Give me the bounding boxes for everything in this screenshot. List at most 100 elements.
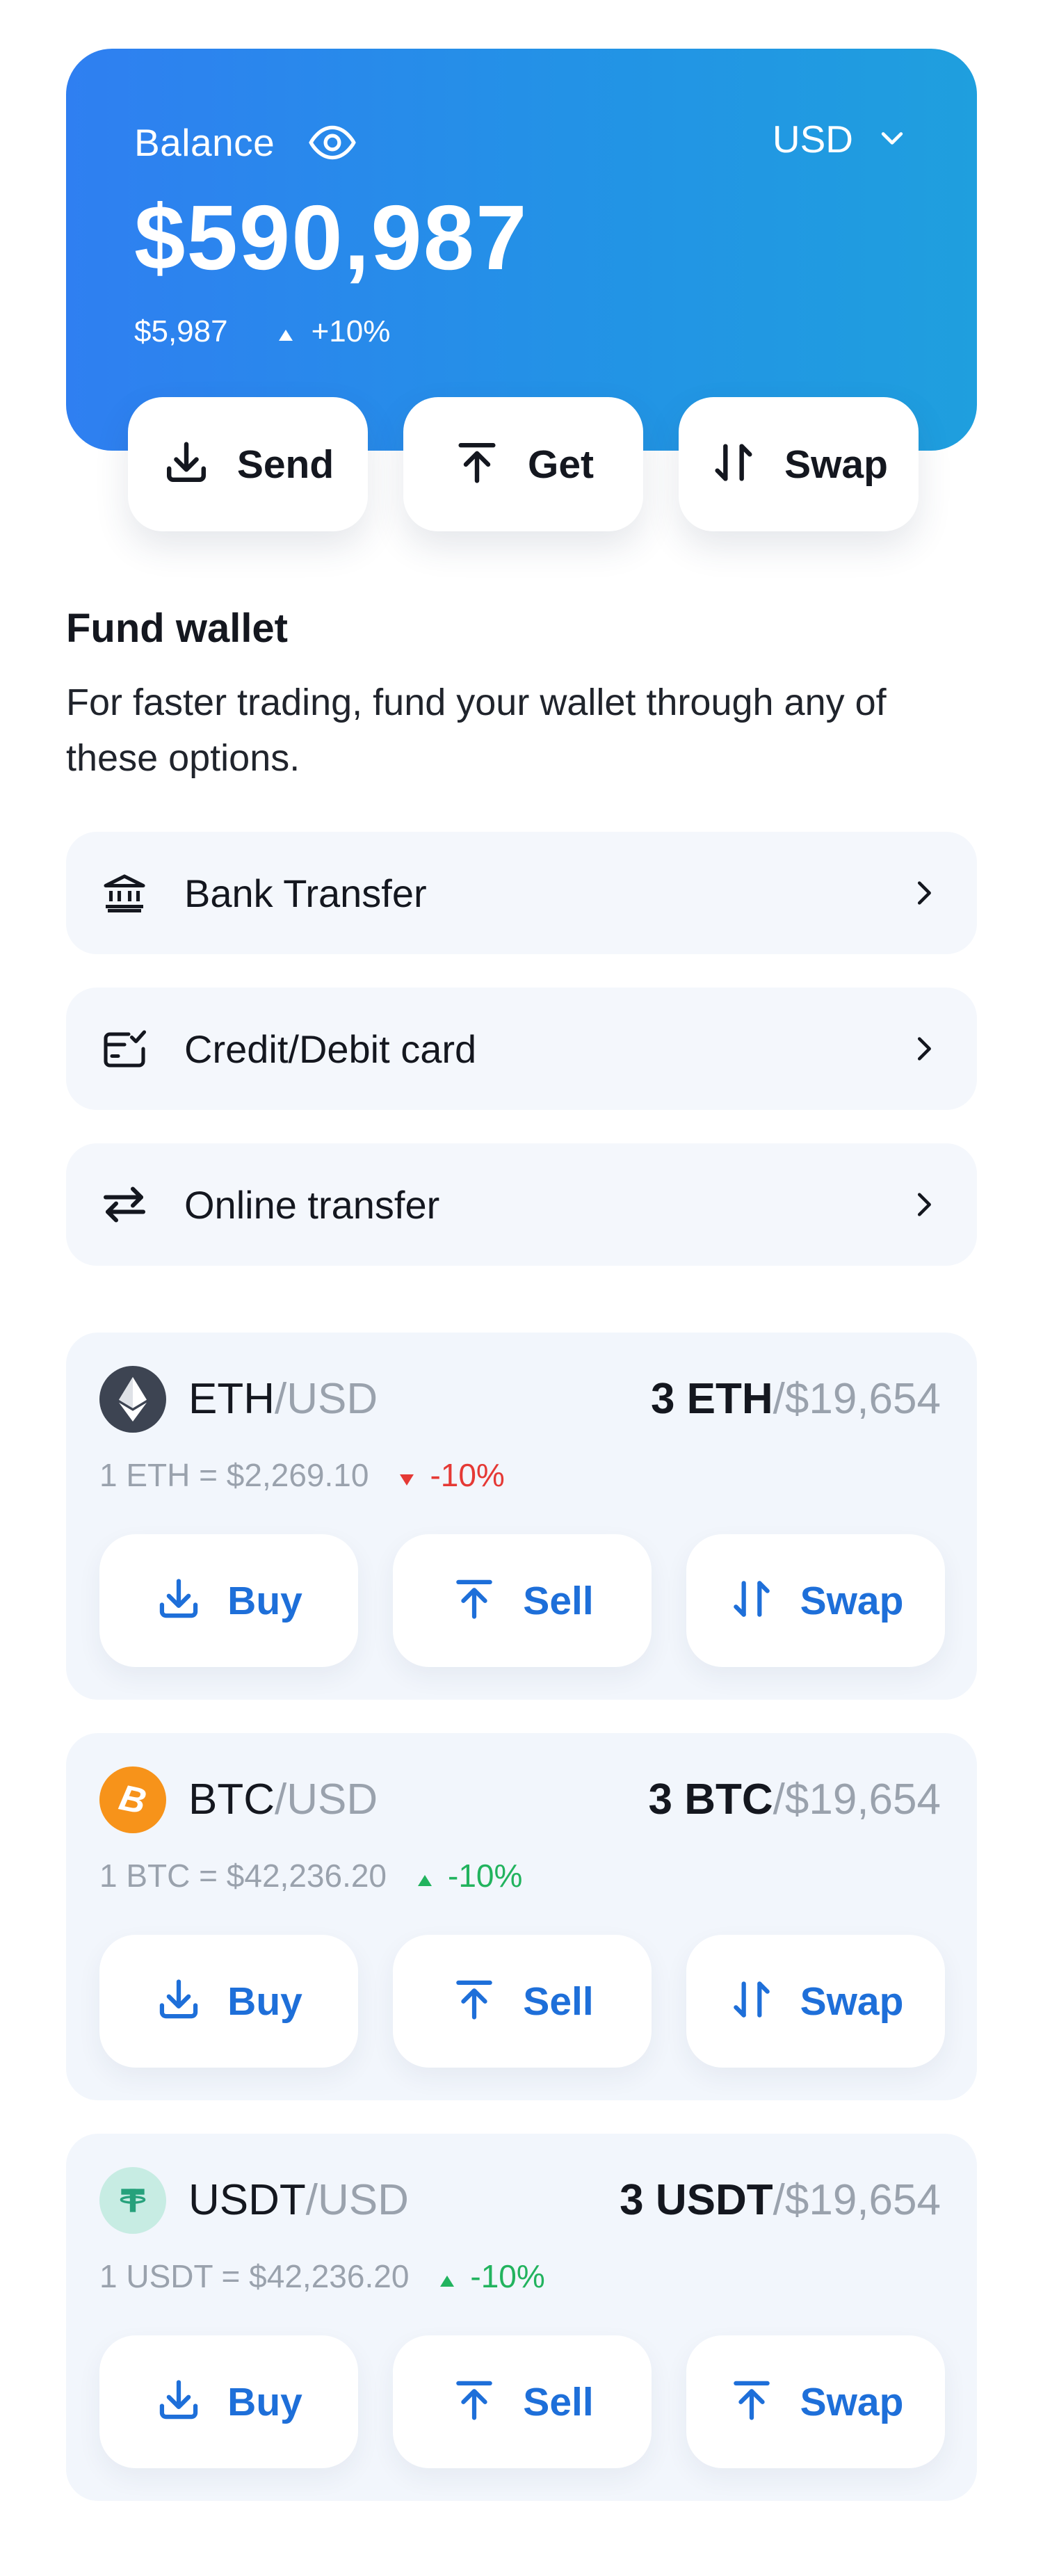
get-button[interactable]: Get (403, 397, 643, 531)
upload-icon (453, 438, 501, 490)
asset-change: -10% (448, 1858, 523, 1894)
asset-rate-line: 1 ETH = $2,269.10 -10% (99, 1456, 505, 1494)
triangle-up-icon (417, 1857, 432, 1894)
download-icon (162, 438, 211, 490)
balance-actions: Send Get Swap (128, 397, 919, 531)
swap-button[interactable]: Swap (686, 2335, 945, 2468)
asset-pair: USDT/USD (188, 2175, 409, 2225)
swap-button[interactable]: Swap (686, 1935, 945, 2068)
option-credit-debit-card[interactable]: Credit/Debit card (66, 988, 977, 1110)
sell-button[interactable]: Sell (393, 1534, 652, 1667)
swap-button[interactable]: Swap (686, 1534, 945, 1667)
sell-label: Sell (523, 2379, 594, 2424)
asset-rate: 1 BTC = $42,236.20 (99, 1858, 387, 1894)
swap-label: Swap (800, 1578, 904, 1623)
currency-label: USD (772, 118, 853, 161)
asset-holding: 3 ETH/$19,654 (651, 1374, 941, 1424)
balance-card: Balance USD $590,987 $5,987 +10% (66, 49, 977, 451)
bitcoin-icon: B (99, 1766, 166, 1833)
buy-button[interactable]: Buy (99, 1534, 358, 1667)
asset-rate: 1 USDT = $42,236.20 (99, 2258, 410, 2294)
eye-icon[interactable] (307, 117, 358, 168)
chevron-right-icon (907, 1189, 939, 1221)
asset-card-eth: ETH/USD 3 ETH/$19,654 1 ETH = $2,269.10 … (66, 1333, 977, 1700)
asset-actions: Buy Sell Swap (99, 1935, 945, 2068)
asset-symbol: USDT (188, 2176, 306, 2224)
asset-quote: /USD (305, 2176, 409, 2224)
holding-amount: 3 ETH (650, 1375, 773, 1423)
holding-value: /$19,654 (773, 1776, 941, 1824)
asset-pair: ETH/USD (188, 1374, 378, 1424)
upload-icon (728, 2376, 775, 2427)
upload-icon (451, 1976, 498, 2027)
asset-actions: Buy Sell Swap (99, 2335, 945, 2468)
asset-holding: 3 USDT/$19,654 (620, 2175, 941, 2225)
swap-icon (709, 438, 758, 490)
sell-label: Sell (523, 1979, 594, 2024)
buy-label: Buy (227, 1578, 302, 1623)
asset-quote: /USD (275, 1776, 378, 1824)
buy-button[interactable]: Buy (99, 1935, 358, 2068)
currency-selector[interactable]: USD (773, 117, 907, 161)
bank-icon (97, 868, 152, 918)
asset-pair: BTC/USD (188, 1775, 378, 1825)
option-online-transfer[interactable]: Online transfer (66, 1143, 977, 1266)
balance-subline: $5,987 +10% (134, 314, 390, 349)
buy-button[interactable]: Buy (99, 2335, 358, 2468)
balance-label: Balance (134, 121, 275, 164)
send-button[interactable]: Send (128, 397, 368, 531)
holding-value: /$19,654 (773, 2176, 941, 2224)
asset-actions: Buy Sell Swap (99, 1534, 945, 1667)
triangle-down-icon (399, 1456, 414, 1494)
asset-symbol: ETH (188, 1375, 275, 1423)
asset-symbol: BTC (188, 1776, 275, 1824)
option-label: Credit/Debit card (184, 1027, 477, 1071)
sell-button[interactable]: Sell (393, 1935, 652, 2068)
send-label: Send (236, 442, 334, 487)
asset-rate-line: 1 BTC = $42,236.20 -10% (99, 1857, 522, 1894)
asset-change: -10% (470, 2258, 545, 2294)
asset-change: -10% (430, 1457, 505, 1493)
option-label: Online transfer (184, 1182, 440, 1227)
balance-sub-amount: $5,987 (134, 314, 228, 348)
fund-wallet-description: For faster trading, fund your wallet thr… (66, 682, 887, 779)
ethereum-icon (99, 1366, 166, 1433)
option-label: Bank Transfer (184, 871, 427, 915)
balance-change: +10% (311, 314, 391, 348)
triangle-up-icon (278, 314, 293, 349)
swap-label: Swap (800, 1979, 904, 2024)
balance-amount: $590,987 (134, 186, 528, 289)
holding-value: /$19,654 (773, 1375, 941, 1423)
tether-icon (99, 2167, 166, 2234)
download-icon (155, 1575, 202, 1626)
chevron-right-icon (907, 1033, 939, 1065)
swap-button[interactable]: Swap (679, 397, 919, 531)
asset-card-btc: B BTC/USD 3 BTC/$19,654 1 BTC = $42,236.… (66, 1733, 977, 2100)
card-icon (97, 1024, 152, 1074)
asset-holding: 3 BTC/$19,654 (649, 1775, 941, 1825)
chevron-down-icon (877, 122, 907, 156)
get-label: Get (527, 442, 595, 487)
asset-quote: /USD (275, 1375, 378, 1423)
download-icon (155, 2376, 202, 2427)
chevron-right-icon (907, 877, 939, 909)
swap-icon (728, 1575, 775, 1626)
buy-label: Buy (227, 1979, 302, 2024)
transfer-arrows-icon (97, 1180, 152, 1230)
buy-label: Buy (227, 2379, 302, 2424)
upload-icon (451, 1575, 498, 1626)
upload-icon (451, 2376, 498, 2427)
triangle-up-icon (439, 2257, 455, 2295)
sell-button[interactable]: Sell (393, 2335, 652, 2468)
fund-wallet-title: Fund wallet (66, 606, 288, 651)
swap-label: Swap (800, 2379, 904, 2424)
balance-header: Balance (134, 117, 358, 168)
wallet-screen: Balance USD $590,987 $5,987 +10% Send Ge… (0, 0, 1043, 2576)
sell-label: Sell (523, 1578, 594, 1623)
holding-amount: 3 BTC (648, 1776, 773, 1824)
option-bank-transfer[interactable]: Bank Transfer (66, 832, 977, 954)
asset-card-usdt: USDT/USD 3 USDT/$19,654 1 USDT = $42,236… (66, 2134, 977, 2501)
download-icon (155, 1976, 202, 2027)
swap-label: Swap (784, 442, 888, 487)
holding-amount: 3 USDT (620, 2176, 773, 2224)
